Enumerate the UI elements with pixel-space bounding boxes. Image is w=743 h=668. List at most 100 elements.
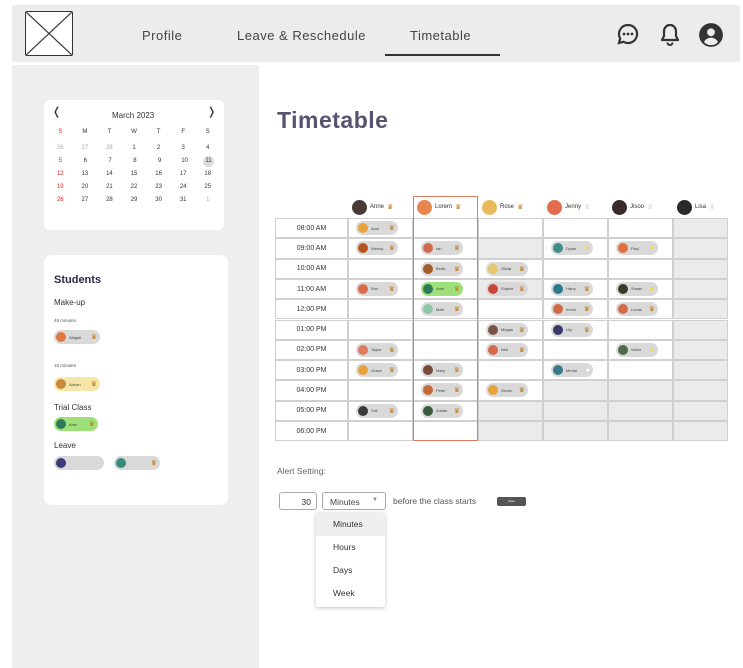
timetable-cell[interactable] (543, 421, 608, 442)
timetable-cell[interactable] (413, 218, 478, 239)
calendar-day[interactable]: 28 (97, 195, 122, 206)
class-slot-matt[interactable]: Matt ♛ (421, 302, 463, 317)
class-slot-kevin[interactable]: Kevin ♛ (551, 302, 593, 317)
timetable-cell[interactable] (348, 258, 413, 279)
timetable-cell[interactable] (608, 380, 673, 401)
timetable-cell[interactable] (348, 380, 413, 401)
class-slot-megan[interactable]: Megan ♛ (486, 322, 528, 337)
calendar-day[interactable]: 12 (48, 169, 73, 180)
timetable-cell[interactable] (673, 380, 728, 401)
calendar-day[interactable]: 14 (97, 169, 122, 180)
timetable-cell[interactable] (543, 218, 608, 239)
student-chip-adrian[interactable]: Adrian ♛ (54, 377, 100, 391)
timetable-cell[interactable] (673, 299, 728, 320)
calendar-day[interactable]: 26 (48, 195, 73, 206)
timetable-cell[interactable] (673, 360, 728, 381)
calendar-day[interactable]: 17 (171, 169, 196, 180)
calendar-day[interactable]: 4 (195, 143, 220, 154)
timetable-cell[interactable] (478, 400, 543, 421)
timetable-cell[interactable] (673, 258, 728, 279)
calendar-day[interactable]: 18 (195, 169, 220, 180)
save-button[interactable]: Save (497, 497, 526, 506)
timetable-cell[interactable] (413, 421, 478, 442)
student-chip-abigail[interactable]: Abigail ♛ (54, 330, 100, 344)
calendar-day[interactable]: 10 (172, 156, 197, 167)
leave-student-chip-2[interactable]: ♛ (114, 456, 160, 470)
class-slot-harry[interactable]: Harry ♛ (551, 281, 593, 296)
timetable-cell[interactable] (413, 339, 478, 361)
calendar-day[interactable]: 9 (147, 156, 172, 167)
notification-bell-icon[interactable] (658, 22, 682, 46)
class-slot-ariel[interactable]: Ariel ♛ (421, 281, 463, 296)
teacher-header-lorem[interactable]: Lorem ♛ (413, 196, 478, 218)
dropdown-option-week[interactable]: Week (316, 582, 385, 605)
timetable-cell[interactable] (673, 278, 728, 300)
calendar-day[interactable]: 11 (202, 156, 214, 167)
calendar-day[interactable]: 1 (122, 143, 147, 154)
timetable-cell[interactable] (348, 319, 413, 340)
calendar-day[interactable]: 5 (48, 156, 73, 167)
timetable-cell[interactable] (478, 421, 543, 442)
class-slot-paul[interactable]: Paul ★ (616, 241, 658, 256)
class-slot-victor[interactable]: Victor ★ (616, 342, 658, 357)
calendar-day[interactable]: 6 (73, 156, 98, 167)
dropdown-option-days[interactable]: Days (316, 559, 385, 582)
timetable-cell[interactable] (543, 258, 608, 279)
student-chip-ariel[interactable]: Ariel ♛ (54, 417, 98, 431)
class-slot-wendy[interactable]: Wendy ♛ (356, 241, 398, 256)
timetable-cell[interactable] (348, 421, 413, 442)
class-slot-ron[interactable]: Ron ♛ (356, 281, 398, 296)
timetable-cell[interactable] (543, 380, 608, 401)
timetable-cell[interactable] (608, 360, 673, 381)
timetable-cell[interactable] (673, 218, 728, 239)
class-slot-austin[interactable]: Austin ♛ (421, 403, 463, 418)
class-slot-bella[interactable]: Bella ♛ (421, 261, 463, 276)
calendar-prev-button[interactable]: ❬ (52, 105, 61, 118)
calendar-day[interactable]: 8 (122, 156, 147, 167)
calendar-day[interactable]: 22 (122, 182, 147, 193)
teacher-header-anne[interactable]: Anne ♛ (348, 196, 413, 218)
timetable-cell[interactable] (673, 400, 728, 421)
timetable-cell[interactable] (673, 319, 728, 340)
timetable-cell[interactable] (608, 258, 673, 279)
calendar-day[interactable]: 27 (73, 143, 98, 154)
class-slot-susan[interactable]: Susan ★ (616, 281, 658, 296)
calendar-day[interactable]: 26 (48, 143, 73, 154)
calendar-day[interactable]: 1 (195, 195, 220, 206)
calendar-day[interactable]: 16 (146, 169, 171, 180)
calendar-day[interactable]: 13 (73, 169, 98, 180)
calendar-next-button[interactable]: ❭ (207, 105, 216, 118)
timetable-cell[interactable] (348, 299, 413, 320)
calendar-day[interactable]: 29 (122, 195, 147, 206)
timetable-cell[interactable] (673, 339, 728, 361)
class-slot-olivia[interactable]: Olivia ♛ (486, 261, 528, 276)
class-slot-media[interactable]: Media ● (551, 363, 593, 378)
teacher-header-lisa[interactable]: Lisa ♛ (673, 196, 728, 218)
class-slot-lily[interactable]: Lily ♛ (551, 322, 593, 337)
class-slot-simon[interactable]: Simon ♛ (486, 383, 528, 398)
class-slot-lucas[interactable]: Lucas ♛ (616, 302, 658, 317)
nav-timetable[interactable]: Timetable (410, 28, 471, 43)
timetable-cell[interactable] (478, 218, 543, 239)
calendar-day[interactable]: 7 (98, 156, 123, 167)
nav-leave-reschedule[interactable]: Leave & Reschedule (237, 28, 366, 43)
calendar-day[interactable]: 23 (146, 182, 171, 193)
calendar-day[interactable]: 31 (171, 195, 196, 206)
class-slot-neil[interactable]: Neil ♛ (486, 342, 528, 357)
class-slot-ian[interactable]: Ian ♛ (421, 241, 463, 256)
timetable-cell[interactable] (608, 400, 673, 421)
teacher-header-rose[interactable]: Rose ♛ (478, 196, 543, 218)
calendar-day[interactable]: 24 (171, 182, 196, 193)
logo-placeholder-icon[interactable] (25, 11, 73, 56)
timetable-cell[interactable] (543, 339, 608, 361)
calendar-day[interactable]: 25 (195, 182, 220, 193)
calendar-day[interactable]: 3 (171, 143, 196, 154)
class-slot-acre[interactable]: Acre ♛ (356, 221, 398, 235)
timetable-cell[interactable] (478, 360, 543, 381)
class-slot-sophie[interactable]: Sophie ♛ (486, 281, 528, 296)
class-slot-mary[interactable]: Mary ♛ (421, 363, 463, 378)
timetable-cell[interactable] (543, 400, 608, 421)
user-account-icon[interactable] (698, 22, 724, 48)
class-slot-yuli[interactable]: Yuli ♛ (356, 403, 398, 418)
timetable-cell[interactable] (608, 421, 673, 442)
